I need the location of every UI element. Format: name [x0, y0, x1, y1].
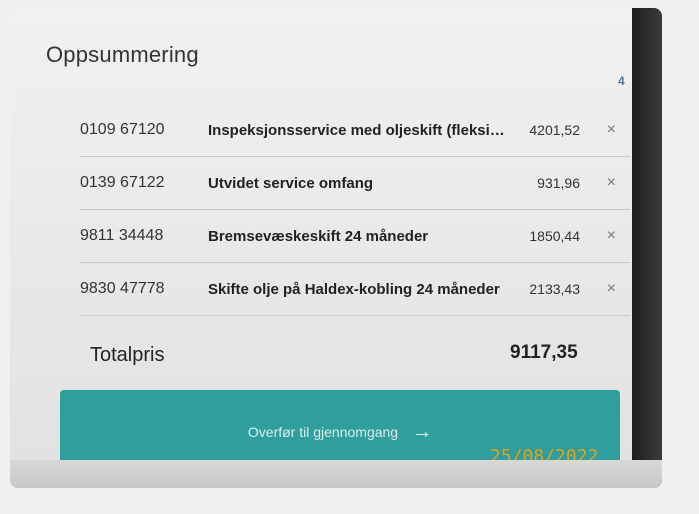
list-item: 0109 67120 Inspeksjonsservice med oljesk… — [80, 104, 630, 157]
item-description: Utvidet service omfang — [208, 174, 374, 192]
monitor-bottom-edge — [10, 460, 662, 488]
monitor-bezel — [632, 8, 662, 488]
summary-list: 0109 67120 Inspeksjonsservice med oljesk… — [80, 104, 630, 316]
summary-title: Oppsummering — [46, 42, 199, 67]
remove-icon[interactable]: × — [607, 227, 616, 245]
item-code: 0109 67120 — [80, 121, 165, 138]
total-label: Totalpris — [90, 344, 165, 366]
item-count-badge: 4 — [618, 74, 625, 88]
item-price: 2133,43 — [529, 281, 580, 297]
item-code: 9811 34448 — [80, 227, 164, 244]
item-price: 4201,52 — [529, 122, 580, 138]
arrow-right-icon: → — [412, 420, 433, 443]
item-description: Bremsevæskeskift 24 måneder — [208, 227, 429, 245]
photo-frame: Oppsummering 4 0109 67120 Inspeksjonsser… — [10, 8, 662, 488]
item-price: 931,96 — [537, 175, 580, 191]
item-description: Skifte olje på Haldex-kobling 24 måneder — [208, 280, 500, 298]
item-price: 1850,44 — [529, 228, 580, 244]
remove-icon[interactable]: × — [607, 174, 616, 192]
list-item: 9811 34448 Bremsevæskeskift 24 måneder 1… — [80, 210, 630, 263]
item-code: 9830 47778 — [80, 280, 165, 297]
list-item: 9830 47778 Skifte olje på Haldex-kobling… — [80, 263, 630, 316]
remove-icon[interactable]: × — [607, 121, 616, 139]
transfer-button-label: Overfør til gjennomgang — [247, 424, 399, 440]
item-code: 0139 67122 — [80, 174, 165, 191]
screen: Oppsummering 4 0109 67120 Inspeksjonsser… — [10, 8, 662, 488]
list-item: 0139 67122 Utvidet service omfang 931,96… — [80, 157, 630, 210]
remove-icon[interactable]: × — [607, 280, 616, 298]
item-description: Inspeksjonsservice med oljeskift (fleksi… — [208, 121, 505, 139]
total-value: 9117,35 — [510, 342, 578, 363]
